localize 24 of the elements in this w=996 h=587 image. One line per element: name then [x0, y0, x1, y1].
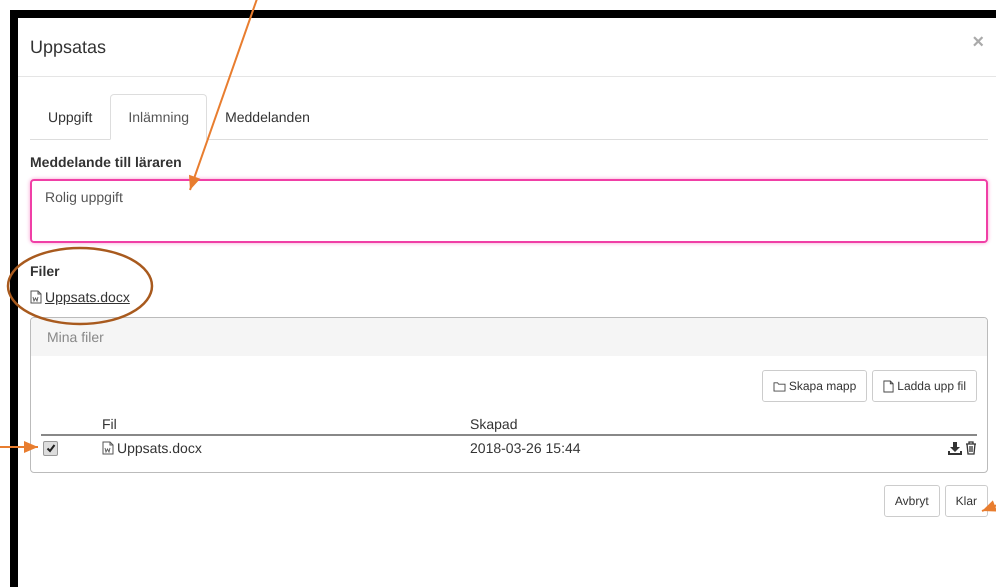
tab[interactable]: Uppgift — [30, 94, 110, 140]
dialog-button[interactable]: Avbryt — [884, 485, 940, 517]
word-file-icon — [30, 290, 42, 304]
trash-icon[interactable] — [965, 441, 977, 455]
column-header: Skapad — [470, 416, 518, 432]
panel-title: Mina filer — [47, 329, 104, 345]
file-link[interactable]: Uppsats.docx — [45, 289, 130, 305]
download-icon[interactable] — [948, 441, 962, 455]
dialog-button[interactable]: Klar — [944, 485, 988, 517]
file-icon — [883, 380, 894, 392]
table-cell-text: 2018-03-26 15:44 — [470, 440, 582, 456]
message-field[interactable]: Rolig uppgift — [30, 179, 988, 243]
toolbar-button[interactable]: Ladda upp fil — [872, 370, 977, 402]
table-cell: Uppsats.docx — [117, 440, 202, 456]
section-label: Filer — [30, 263, 61, 279]
word-file-icon — [102, 441, 114, 455]
tab[interactable]: Meddelanden — [207, 94, 328, 140]
folder-icon — [772, 380, 786, 392]
toolbar-button[interactable]: Skapa mapp — [762, 370, 868, 402]
column-header: Fil — [102, 416, 118, 432]
checkbox[interactable] — [43, 440, 58, 456]
dialog-title: Uppsatas — [30, 36, 106, 58]
field-label: Meddelande till läraren — [30, 154, 183, 170]
tab[interactable]: Inlämning — [110, 94, 208, 140]
